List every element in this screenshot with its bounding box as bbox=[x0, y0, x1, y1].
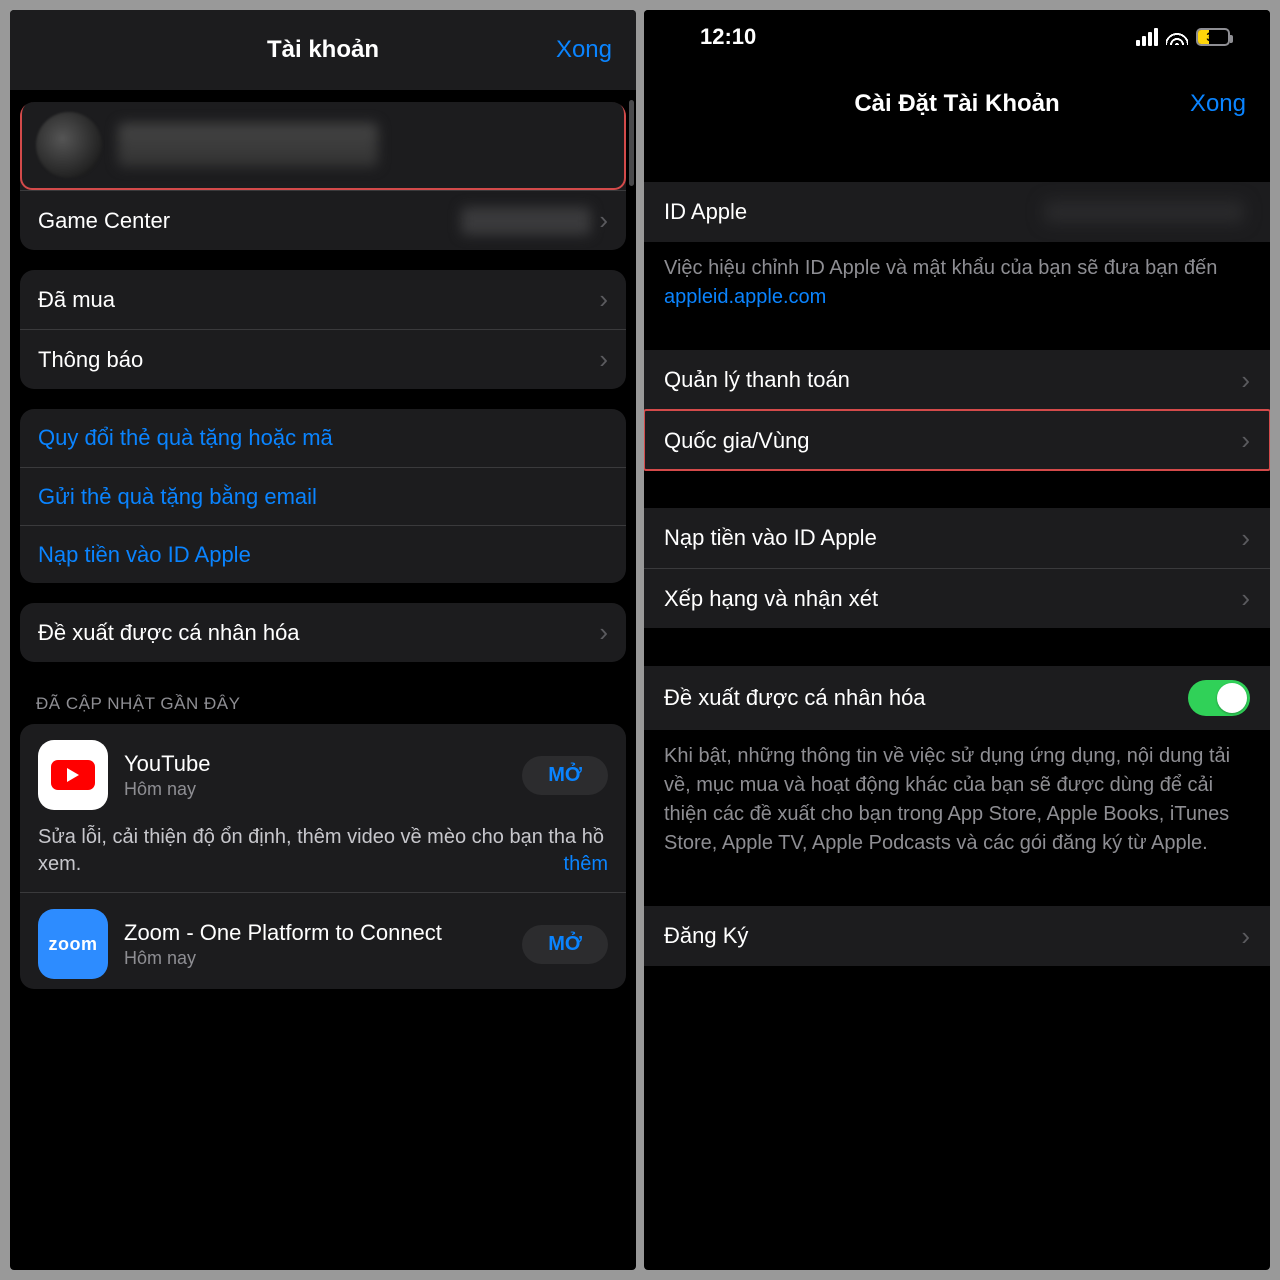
avatar bbox=[36, 112, 102, 178]
payment-row[interactable]: Quản lý thanh toán › bbox=[644, 350, 1270, 410]
open-button[interactable]: MỞ bbox=[522, 925, 608, 964]
redeem-row[interactable]: Quy đổi thẻ quà tặng hoặc mã bbox=[20, 409, 626, 467]
account-settings-screen: 12:10 38 Cài Đặt Tài Khoản Xong ID Apple… bbox=[644, 10, 1270, 1270]
app-release-notes: Sửa lỗi, cải thiện độ ổn định, thêm vide… bbox=[20, 820, 626, 892]
apple-id-footer: Việc hiệu chỉnh ID Apple và mật khẩu của… bbox=[644, 242, 1270, 312]
subscriptions-row[interactable]: Đăng Ký › bbox=[644, 906, 1270, 966]
country-region-row[interactable]: Quốc gia/Vùng › bbox=[644, 410, 1270, 470]
chevron-right-icon: › bbox=[1241, 365, 1250, 396]
nav-bar: Cài Đặt Tài Khoản Xong bbox=[644, 64, 1270, 144]
apple-id-link[interactable]: appleid.apple.com bbox=[664, 286, 826, 308]
chevron-right-icon: › bbox=[599, 205, 608, 236]
personalized-row[interactable]: Đề xuất được cá nhân hóa › bbox=[20, 603, 626, 662]
app-time: Hôm nay bbox=[124, 948, 522, 969]
app-time: Hôm nay bbox=[124, 779, 522, 800]
battery-icon: 38 bbox=[1196, 28, 1230, 46]
app-row-youtube[interactable]: YouTube Hôm nay MỞ bbox=[20, 724, 626, 820]
cellular-icon bbox=[1136, 28, 1158, 46]
wifi-icon bbox=[1166, 29, 1188, 45]
scrollbar[interactable] bbox=[629, 100, 634, 186]
personalized-label: Đề xuất được cá nhân hóa bbox=[38, 620, 599, 646]
ratings-row[interactable]: Xếp hạng và nhận xét › bbox=[644, 568, 1270, 628]
done-button[interactable]: Xong bbox=[1190, 90, 1246, 118]
more-link[interactable]: thêm bbox=[564, 851, 608, 878]
page-title: Cài Đặt Tài Khoản bbox=[854, 90, 1059, 118]
chevron-right-icon: › bbox=[599, 617, 608, 648]
profile-name-redacted bbox=[118, 123, 378, 167]
done-button[interactable]: Xong bbox=[556, 36, 612, 64]
payment-label: Quản lý thanh toán bbox=[664, 367, 1241, 393]
send-gift-label: Gửi thẻ quà tặng bằng email bbox=[38, 484, 608, 510]
youtube-icon bbox=[38, 740, 108, 810]
toggle-on-icon[interactable] bbox=[1188, 680, 1250, 716]
app-name: Zoom - One Platform to Connect bbox=[124, 919, 522, 947]
nav-bar: Tài khoản Xong bbox=[10, 10, 636, 90]
footer-text: Việc hiệu chỉnh ID Apple và mật khẩu của… bbox=[664, 257, 1217, 279]
status-time: 12:10 bbox=[700, 24, 756, 50]
purchased-row[interactable]: Đã mua › bbox=[20, 270, 626, 329]
add-funds-row[interactable]: Nạp tiền vào ID Apple bbox=[20, 525, 626, 583]
app-row-zoom[interactable]: zoom Zoom - One Platform to Connect Hôm … bbox=[20, 892, 626, 989]
chevron-right-icon: › bbox=[599, 284, 608, 315]
apple-id-label: ID Apple bbox=[664, 199, 1044, 225]
game-center-value-redacted bbox=[461, 207, 591, 235]
apple-id-row[interactable]: ID Apple bbox=[644, 182, 1270, 242]
add-funds-label: Nạp tiền vào ID Apple bbox=[38, 542, 608, 568]
country-label: Quốc gia/Vùng bbox=[664, 428, 1241, 454]
notifications-label: Thông báo bbox=[38, 347, 599, 373]
recently-updated-header: ĐÃ CẬP NHẬT GẦN ĐÂY bbox=[36, 694, 622, 714]
open-button[interactable]: MỞ bbox=[522, 756, 608, 795]
status-bar: 12:10 38 bbox=[644, 10, 1270, 64]
game-center-label: Game Center bbox=[38, 208, 461, 234]
purchased-label: Đã mua bbox=[38, 287, 599, 313]
personalized-label: Đề xuất được cá nhân hóa bbox=[664, 685, 1188, 711]
app-name: YouTube bbox=[124, 750, 522, 778]
add-funds-row[interactable]: Nạp tiền vào ID Apple › bbox=[644, 508, 1270, 568]
send-gift-row[interactable]: Gửi thẻ quà tặng bằng email bbox=[20, 467, 626, 525]
apple-id-value-redacted bbox=[1044, 201, 1244, 223]
battery-level: 38 bbox=[1198, 30, 1228, 44]
profile-row[interactable] bbox=[20, 102, 626, 190]
personalized-toggle-row[interactable]: Đề xuất được cá nhân hóa bbox=[644, 666, 1270, 730]
subscriptions-label: Đăng Ký bbox=[664, 923, 1241, 949]
account-screen: Tài khoản Xong Game Center › Đã mua › Th… bbox=[10, 10, 636, 1270]
personalized-footer: Khi bật, những thông tin về việc sử dụng… bbox=[644, 730, 1270, 858]
chevron-right-icon: › bbox=[599, 344, 608, 375]
zoom-icon: zoom bbox=[38, 909, 108, 979]
ratings-label: Xếp hạng và nhận xét bbox=[664, 586, 1241, 612]
add-funds-label: Nạp tiền vào ID Apple bbox=[664, 525, 1241, 551]
game-center-row[interactable]: Game Center › bbox=[20, 190, 626, 250]
chevron-right-icon: › bbox=[1241, 921, 1250, 952]
chevron-right-icon: › bbox=[1241, 425, 1250, 456]
notes-text: Sửa lỗi, cải thiện độ ổn định, thêm vide… bbox=[38, 826, 604, 875]
chevron-right-icon: › bbox=[1241, 523, 1250, 554]
notifications-row[interactable]: Thông báo › bbox=[20, 329, 626, 389]
chevron-right-icon: › bbox=[1241, 583, 1250, 614]
page-title: Tài khoản bbox=[267, 36, 379, 64]
redeem-label: Quy đổi thẻ quà tặng hoặc mã bbox=[38, 425, 608, 451]
